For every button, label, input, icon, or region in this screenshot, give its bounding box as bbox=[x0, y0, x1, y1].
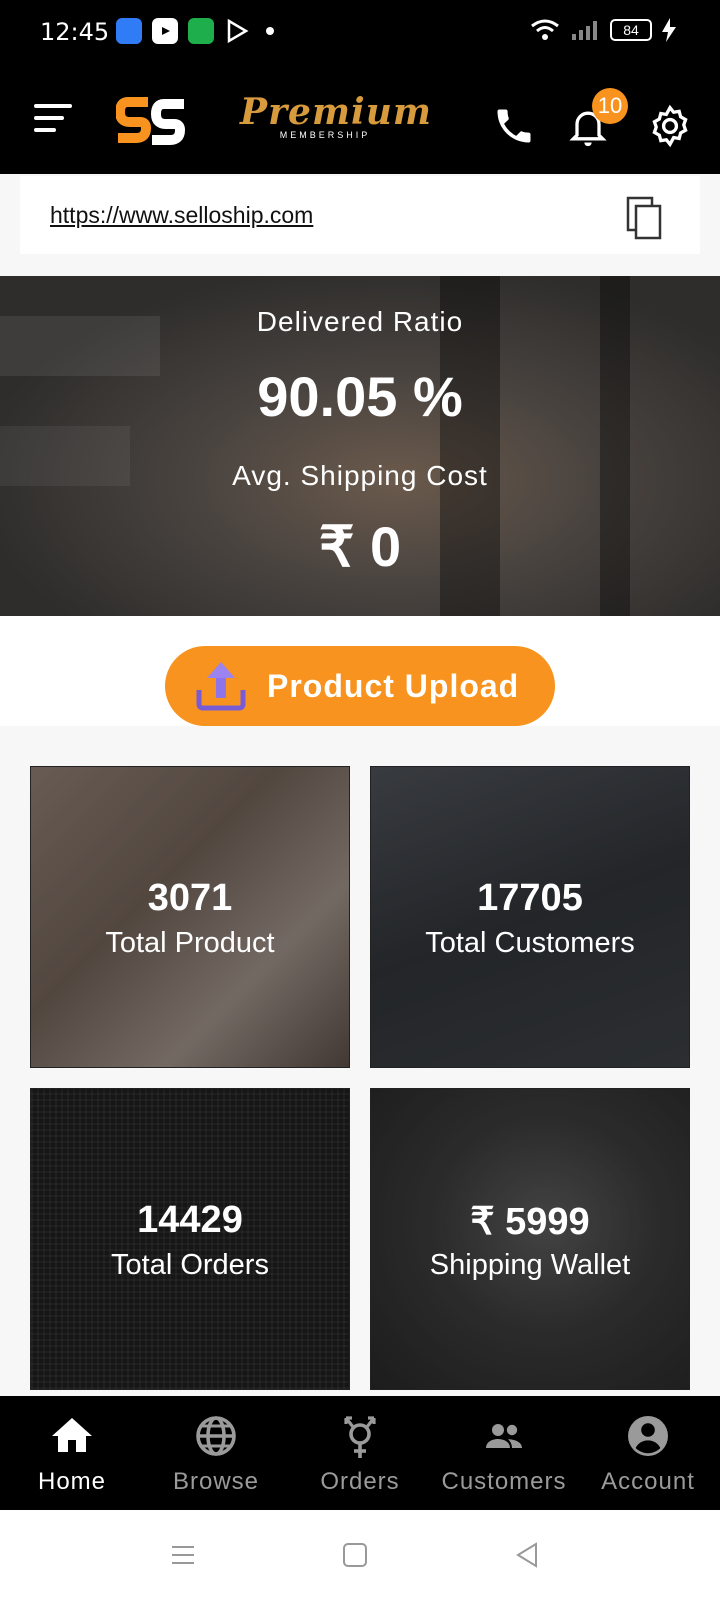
premium-membership-badge: Premium MEMBERSHIP bbox=[240, 91, 432, 156]
people-icon bbox=[480, 1412, 528, 1460]
total-orders-card[interactable]: 14429 Total Orders bbox=[30, 1088, 350, 1390]
wifi-icon bbox=[531, 19, 559, 40]
delivered-ratio-value: 90.05 % bbox=[257, 365, 463, 428]
home-square-icon[interactable] bbox=[340, 1540, 370, 1570]
store-url-bar: https://www.selloship.com bbox=[20, 176, 700, 254]
product-upload-label: Product Upload bbox=[267, 667, 520, 704]
status-time: 12:45 bbox=[40, 18, 110, 46]
delivered-ratio-label: Delivered Ratio bbox=[256, 306, 464, 337]
total-product-card[interactable]: 3071 Total Product bbox=[30, 766, 350, 1068]
youtube-icon bbox=[152, 18, 178, 44]
hero-stats-banner: Delivered Ratio 90.05 % Avg. Shipping Co… bbox=[0, 276, 720, 616]
back-triangle-icon[interactable] bbox=[512, 1540, 542, 1570]
home-icon bbox=[48, 1412, 96, 1460]
shipping-wallet-value: ₹ 5999 bbox=[470, 1201, 590, 1243]
nav-item-orders[interactable]: Orders bbox=[288, 1396, 432, 1510]
shield-icon bbox=[188, 18, 214, 44]
premium-title: Premium bbox=[240, 91, 432, 133]
nav-item-customers[interactable]: Customers bbox=[432, 1396, 576, 1510]
app-header: Premium MEMBERSHIP 10 bbox=[0, 68, 720, 174]
nav-label-home: Home bbox=[37, 1468, 107, 1495]
status-indicators: 84 bbox=[530, 18, 676, 42]
total-product-label: Total Product bbox=[105, 927, 275, 959]
globe-icon bbox=[192, 1412, 240, 1460]
avg-shipping-cost-label: Avg. Shipping Cost bbox=[232, 460, 488, 491]
phone-icon[interactable] bbox=[492, 104, 536, 148]
account-icon bbox=[624, 1412, 672, 1460]
nav-item-browse[interactable]: Browse bbox=[144, 1396, 288, 1510]
status-app-icons bbox=[116, 18, 274, 44]
nav-item-account[interactable]: Account bbox=[576, 1396, 720, 1510]
total-orders-value: 14429 bbox=[137, 1199, 243, 1241]
settings-gear-icon[interactable] bbox=[648, 104, 692, 148]
messages-icon bbox=[116, 18, 142, 44]
recent-apps-icon[interactable] bbox=[168, 1540, 198, 1570]
gender-icon bbox=[336, 1412, 384, 1460]
nav-label-customers: Customers bbox=[441, 1468, 567, 1495]
avg-shipping-cost-value: ₹ 0 bbox=[318, 515, 402, 578]
play-store-icon bbox=[224, 18, 250, 44]
status-bar: 12:45 84 bbox=[0, 0, 720, 68]
total-customers-value: 17705 bbox=[477, 877, 583, 919]
product-upload-button[interactable]: Product Upload bbox=[165, 646, 555, 726]
signal-icon bbox=[572, 21, 597, 40]
app-logo bbox=[114, 94, 188, 150]
bottom-navigation: Home Browse Orders Customers Account bbox=[0, 1396, 720, 1510]
upload-section: Product Upload bbox=[0, 616, 720, 726]
nav-label-orders: Orders bbox=[320, 1468, 400, 1495]
total-customers-card[interactable]: 17705 Total Customers bbox=[370, 766, 690, 1068]
shipping-wallet-label: Shipping Wallet bbox=[429, 1249, 631, 1281]
store-url-link[interactable]: https://www.selloship.com bbox=[50, 202, 313, 229]
charging-icon bbox=[662, 18, 676, 42]
copy-icon[interactable] bbox=[626, 196, 664, 240]
nav-label-account: Account bbox=[601, 1468, 695, 1495]
shipping-wallet-card[interactable]: ₹ 5999 Shipping Wallet bbox=[370, 1088, 690, 1390]
total-product-value: 3071 bbox=[147, 877, 233, 919]
total-orders-label: Total Orders bbox=[111, 1249, 269, 1281]
nav-item-home[interactable]: Home bbox=[0, 1396, 144, 1510]
system-navigation-bar bbox=[0, 1510, 720, 1600]
total-customers-label: Total Customers bbox=[425, 927, 635, 959]
notification-count-badge: 10 bbox=[592, 88, 628, 124]
battery-indicator: 84 bbox=[610, 19, 652, 41]
dot-icon bbox=[266, 27, 274, 35]
nav-label-browse: Browse bbox=[172, 1468, 260, 1495]
upload-icon bbox=[193, 658, 249, 714]
app-screen: 12:45 84 Premium MEMBERSHIP 10 https://w… bbox=[0, 0, 720, 1600]
menu-icon[interactable] bbox=[34, 104, 74, 134]
